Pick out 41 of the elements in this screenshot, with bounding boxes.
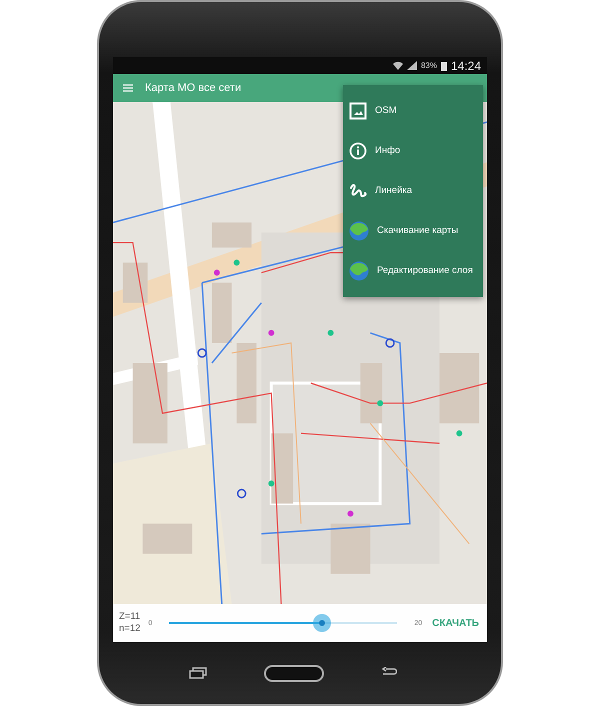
squiggle-icon bbox=[349, 182, 367, 200]
recent-apps-icon[interactable] bbox=[189, 667, 207, 679]
node-dot bbox=[234, 260, 240, 266]
app-title: Карта МО все сети bbox=[145, 82, 242, 94]
node-dot bbox=[328, 330, 334, 336]
node-dot bbox=[348, 510, 354, 517]
building bbox=[142, 524, 192, 554]
node-dot bbox=[214, 270, 220, 276]
ring-marker bbox=[385, 338, 395, 348]
wifi-icon bbox=[392, 61, 403, 70]
count-label: n=12 bbox=[119, 623, 140, 636]
node-dot bbox=[268, 330, 274, 336]
menu-item[interactable]: Линейка bbox=[343, 171, 483, 211]
clock: 14:24 bbox=[450, 58, 481, 72]
slider-thumb[interactable] bbox=[313, 614, 332, 632]
building bbox=[122, 262, 148, 303]
building bbox=[212, 282, 232, 343]
menu-item[interactable]: Редактирование слоя bbox=[343, 251, 483, 291]
signal-icon bbox=[406, 61, 417, 70]
image-icon bbox=[349, 102, 367, 120]
battery-icon bbox=[440, 60, 447, 70]
info-icon bbox=[349, 142, 367, 160]
battery-percent: 83% bbox=[420, 61, 437, 70]
menu-item[interactable]: OSM bbox=[343, 91, 483, 131]
menu-item[interactable]: Скачивание карты bbox=[343, 211, 483, 251]
building bbox=[440, 353, 480, 424]
node-dot bbox=[456, 430, 462, 436]
home-button[interactable] bbox=[264, 664, 324, 682]
globe-icon bbox=[349, 221, 369, 241]
menu-icon[interactable] bbox=[123, 84, 133, 92]
globe-icon bbox=[349, 261, 369, 281]
building bbox=[360, 363, 382, 424]
ring-marker bbox=[197, 348, 207, 358]
building bbox=[330, 524, 370, 574]
node-dot bbox=[268, 480, 274, 487]
node-dot bbox=[377, 400, 384, 406]
download-button[interactable]: СКАЧАТЬ bbox=[430, 616, 481, 630]
menu-item[interactable]: Инфо bbox=[343, 131, 483, 171]
zoom-label: Z=11 bbox=[119, 610, 140, 623]
ring-marker bbox=[236, 488, 246, 498]
building bbox=[212, 222, 252, 248]
